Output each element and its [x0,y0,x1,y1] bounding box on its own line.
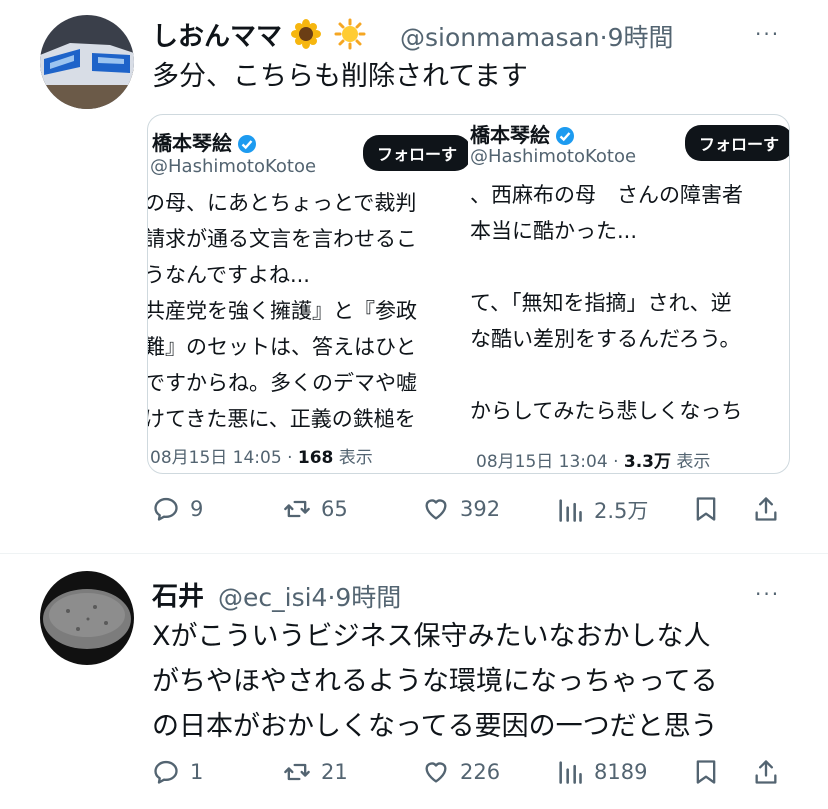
reply-count: 1 [190,760,204,784]
retweet-button[interactable]: 65 [283,495,348,523]
user-handle[interactable]: @sionmamasan [400,23,600,52]
quoted-author-name: 橋本琴絵 [470,123,550,147]
verified-badge-icon [237,134,257,158]
reply-button[interactable]: 1 [152,758,203,786]
more-options-icon[interactable]: ··· [755,22,780,46]
like-count: 392 [460,497,501,521]
reply-icon [154,497,178,521]
tweet-text: Xがこういうビジネス保守みたいなおかしな人 がちやほやされるような環境になっちゃ… [152,614,718,749]
bookmark-icon [696,760,716,784]
quoted-text-line: 、西麻布の母 さんの障害者 [470,183,743,207]
reply-count: 9 [190,497,204,521]
quoted-handle: @HashimotoKotoe [150,156,317,177]
quoted-text-line: うなんですよね... [148,263,310,287]
screenshot-left: 橋本琴絵 @HashimotoKotoe フォローす の母、にあとちょっとで裁判… [148,115,468,473]
quoted-date: 08月15日 13:04 [476,452,608,472]
quoted-text-line: 本当に酷かった... [470,219,638,243]
bookmark-button[interactable] [692,758,720,786]
timestamp[interactable]: 9時間 [608,23,674,52]
retweet-icon [284,763,310,781]
views-button[interactable]: 8189 [556,758,647,786]
display-name[interactable]: 石井 [152,576,204,613]
heart-icon [425,762,447,783]
quoted-text-line: の母、にあとちょっとで裁判 [148,191,417,215]
divider [0,553,828,554]
views-label: 表示 [338,448,373,468]
tweet-text: 多分、こちらも削除されてます [152,61,528,92]
quoted-text-line: 難』のセットは、答えはひと [148,335,417,359]
share-icon [755,760,777,784]
more-options-icon[interactable]: ··· [755,582,780,606]
analytics-icon [559,499,582,522]
separator-dot: · [599,23,608,52]
quoted-text-line: な酷い差別をするんだろう。 [470,327,741,351]
like-count: 226 [460,760,501,784]
quoted-text-line: からしてみたら悲しくなっち [470,399,743,423]
sun-icon [334,18,366,57]
views-count: 8189 [594,760,648,784]
retweet-count: 21 [321,760,348,784]
quoted-views-count: 3.3万 [623,452,672,472]
quoted-text-line: けてきた悪に、正義の鉄槌を [148,407,416,431]
bookmark-button[interactable] [692,495,720,523]
avatar[interactable] [40,571,134,665]
sunflower-icon [291,19,322,56]
retweet-button[interactable]: 21 [283,758,348,786]
like-button[interactable]: 392 [422,495,500,523]
quoted-text-line: 共産党を強く擁護』と『参政 [148,299,417,323]
views-count: 2.5万 [594,499,649,523]
quoted-text-line: ですからね。多くのデマや嘘 [148,371,417,395]
timestamp[interactable]: 9時間 [335,583,401,612]
avatar[interactable] [40,15,134,109]
follow-button: フォローす [685,125,789,161]
quoted-text-line: 請求が通る文言を言わせるこ [148,227,417,251]
retweet-count: 65 [321,497,348,521]
share-button[interactable] [752,758,780,786]
quoted-text-line [470,357,743,393]
share-button[interactable] [752,495,780,523]
tweet-text-line: Xがこういうビジネス保守みたいなおかしな人 [152,621,711,652]
reply-icon [154,760,178,784]
quoted-views-count: 168 [297,448,334,468]
separator-dot: · [287,448,293,468]
tweet-text-line: の日本がおかしくなってる要因の一つだと思う [152,711,718,742]
quoted-text-line [470,249,743,285]
follow-button: フォローす [363,135,468,171]
tweet-text-line: がちやほやされるような環境になっちゃってる [152,666,718,697]
screenshot-right: 橋本琴絵 @HashimotoKotoe フォローす 、西麻布の母 さんの障害者… [470,115,789,473]
quoted-date: 08月15日 14:05 [150,448,282,468]
bookmark-icon [696,497,716,521]
share-icon [755,497,777,521]
quoted-author-name: 橋本琴絵 [152,131,232,155]
quoted-text-line: て、「無知を指摘」され、逆 [470,291,732,315]
views-label: 表示 [676,452,711,472]
heart-icon [425,499,447,520]
quoted-image[interactable]: 橋本琴絵 @HashimotoKotoe フォローす の母、にあとちょっとで裁判… [147,114,790,474]
display-name[interactable]: しおんママ [152,22,282,52]
like-button[interactable]: 226 [422,758,500,786]
analytics-icon [559,761,582,784]
views-button[interactable]: 2.5万 [556,495,648,525]
reply-button[interactable]: 9 [152,495,203,523]
quoted-handle: @HashimotoKotoe [470,146,637,167]
user-handle[interactable]: @ec_isi4 [218,583,327,612]
separator-dot: · [613,452,619,472]
retweet-icon [284,500,310,518]
